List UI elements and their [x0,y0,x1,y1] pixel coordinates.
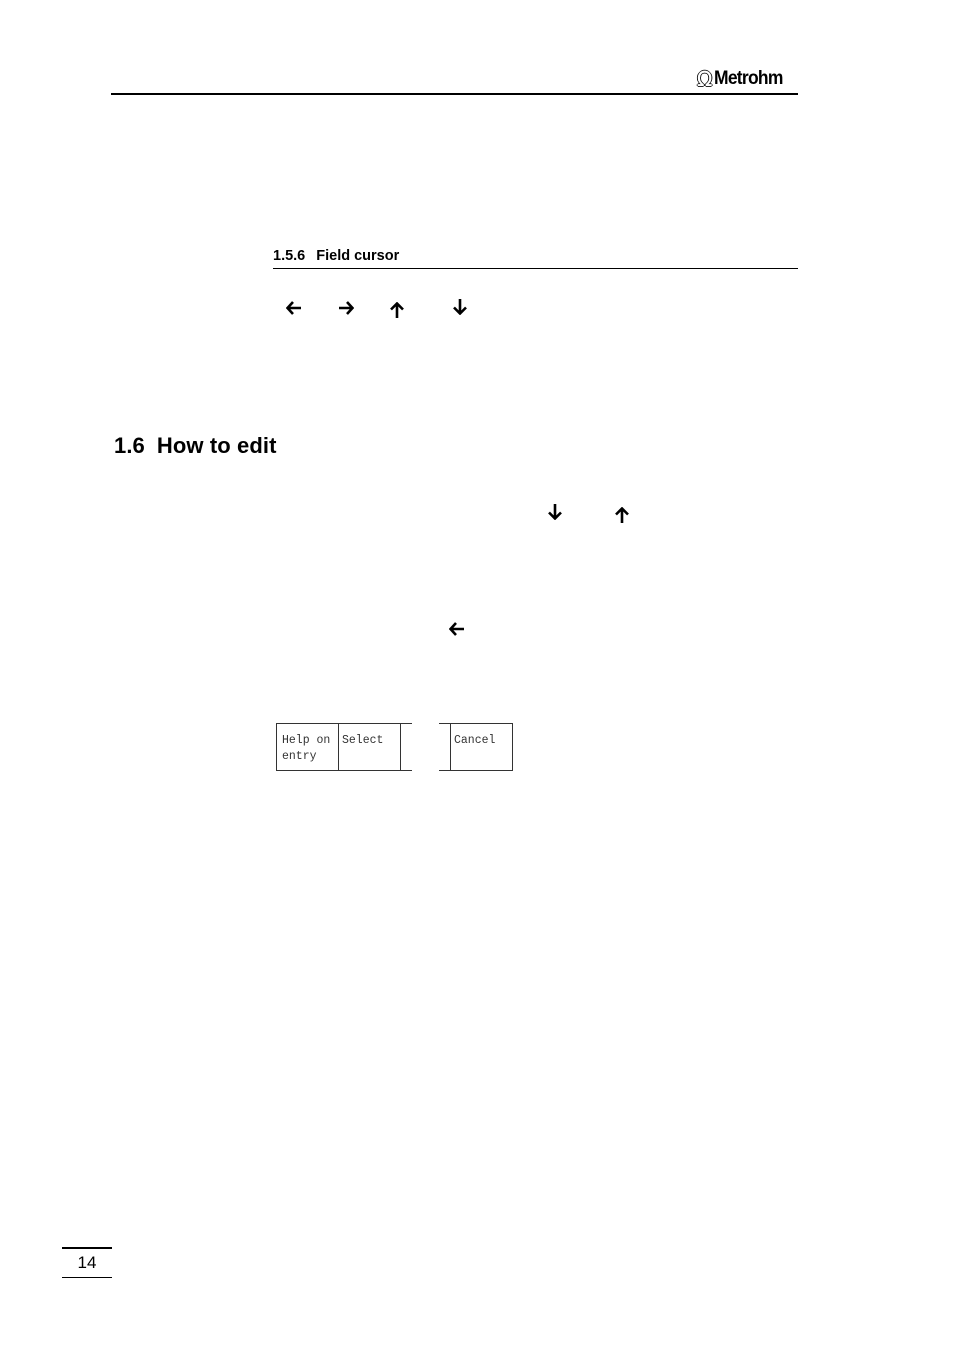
softkey-select[interactable]: Select [338,723,400,771]
header-rule [111,93,798,95]
arrow-up-icon [615,507,629,523]
arrow-left-icon [449,622,464,636]
subsection-heading: 1.5.6 Field cursor [273,248,399,264]
subsection-rule [273,268,798,269]
metrohm-logo: Ω Metrohm [697,66,789,92]
omega-icon: Ω [697,67,713,91]
softkey-label-line1: Help on [282,734,331,747]
subsection-title: Field cursor [316,248,400,264]
brand-name: Metrohm [714,68,783,89]
softkey-label-line2: entry [282,750,317,763]
softkey-bar: Help on entry Select Cancel [274,723,514,773]
softkey-empty[interactable] [400,723,412,771]
arrow-right-icon [339,301,354,315]
section-heading: 1.6 How to edit [114,433,277,459]
softkey-label-line1: Select [342,734,384,747]
section-number: 1.6 [114,433,145,458]
softkey-label-line1: Cancel [454,734,496,747]
arrow-down-icon [548,504,562,520]
softkey-help-on-entry[interactable]: Help on entry [276,723,338,771]
softkey-cancel[interactable]: Cancel [450,723,512,771]
section-title: How to edit [156,433,277,458]
subsection-number: 1.5.6 [273,248,306,264]
arrow-up-icon [390,302,404,318]
arrow-left-icon [286,301,301,315]
page-number: 14 [62,1247,112,1278]
arrow-down-icon [453,299,467,315]
